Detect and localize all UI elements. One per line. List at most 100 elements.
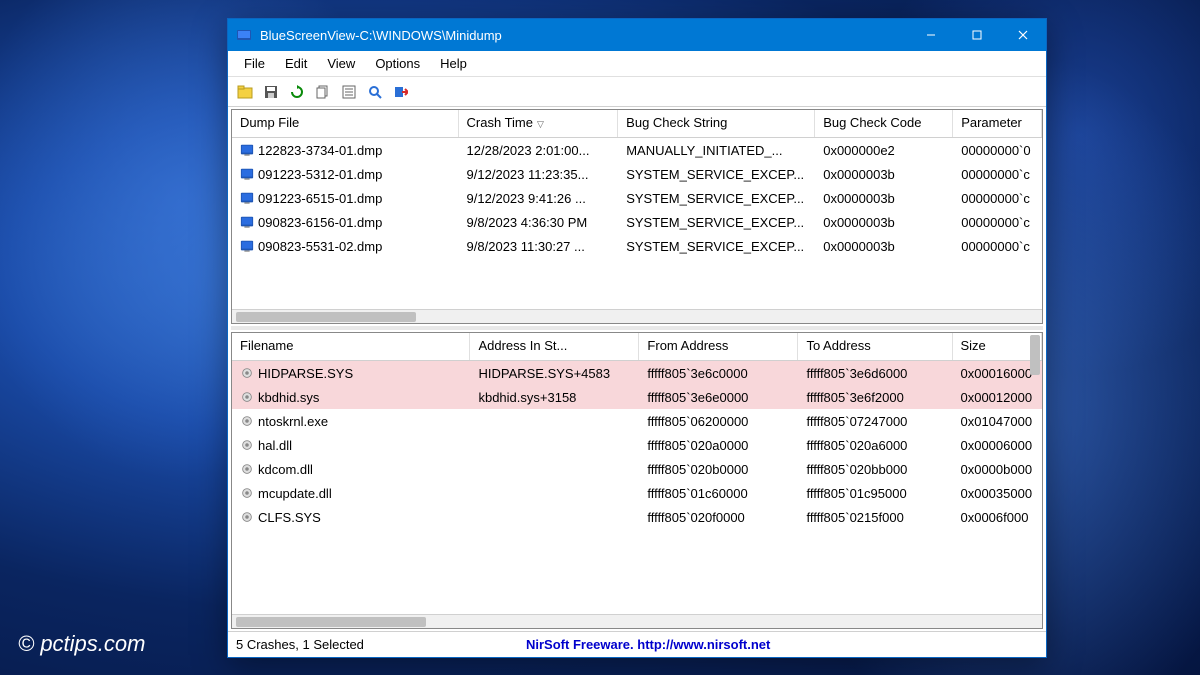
col-size[interactable]: Size	[953, 333, 1043, 360]
table-row[interactable]: kdcom.dllfffff805`020b0000fffff805`020bb…	[232, 457, 1042, 481]
cell-dump-file: 091223-6515-01.dmp	[232, 189, 459, 208]
find-icon[interactable]	[364, 81, 386, 103]
col-bug-code[interactable]: Bug Check Code	[815, 110, 953, 137]
cell-bug-string: SYSTEM_SERVICE_EXCEP...	[618, 189, 815, 208]
table-row[interactable]: HIDPARSE.SYSHIDPARSE.SYS+4583fffff805`3e…	[232, 361, 1042, 385]
cell-filename: kbdhid.sys	[232, 388, 470, 407]
module-vscrollbar[interactable]	[1030, 335, 1040, 375]
cell-filename: ntoskrnl.exe	[232, 412, 470, 431]
module-hscrollbar[interactable]	[232, 614, 1042, 628]
menu-edit[interactable]: Edit	[275, 54, 317, 73]
cell-from-address: fffff805`3e6c0000	[639, 364, 798, 383]
module-name-label: ntoskrnl.exe	[258, 414, 328, 429]
cell-to-address: fffff805`0215f000	[798, 508, 952, 527]
table-row[interactable]: mcupdate.dll fffff805`01c60000fffff805`01…	[232, 481, 1042, 505]
pane-splitter[interactable]	[231, 326, 1043, 330]
cell-bug-code: 0x0000003b	[815, 213, 953, 232]
cell-address-in-stack	[470, 467, 639, 471]
table-row[interactable]: CLFS.SYSfffff805`020f0000fffff805`0215f0…	[232, 505, 1042, 529]
table-row[interactable]: 090823-6156-01.dmp9/8/2023 4:36:30 PMSYS…	[232, 210, 1042, 234]
module-name-label: kbdhid.sys	[258, 390, 319, 405]
col-crash-time-label: Crash Time	[467, 115, 533, 130]
cell-bug-code: 0x0000003b	[815, 189, 953, 208]
cell-filename: HIDPARSE.SYS	[232, 364, 470, 383]
status-link[interactable]: NirSoft Freeware. http://www.nirsoft.net	[526, 637, 770, 652]
titlebar[interactable]: BlueScreenView - C:\WINDOWS\Minidump	[228, 19, 1046, 51]
module-name-label: mcupdate.dll	[258, 486, 332, 501]
cell-to-address: fffff805`3e6d6000	[798, 364, 952, 383]
menu-file[interactable]: File	[234, 54, 275, 73]
dump-hscrollbar[interactable]	[232, 309, 1042, 323]
dump-header-row: Dump File Crash Time ▽ Bug Check String B…	[232, 110, 1042, 138]
refresh-icon[interactable]	[286, 81, 308, 103]
cell-parameter: 00000000`c	[953, 189, 1042, 208]
cell-to-address: fffff805`01c95000	[798, 484, 952, 503]
cell-size: 0x00016000	[952, 364, 1042, 383]
module-name-label: hal.dll	[258, 438, 292, 453]
minimize-button[interactable]	[908, 19, 954, 51]
table-row[interactable]: hal.dllfffff805`020a0000fffff805`020a600…	[232, 433, 1042, 457]
toolbar	[228, 77, 1046, 107]
cell-crash-time: 9/8/2023 11:30:27 ...	[459, 237, 619, 256]
table-row[interactable]: ntoskrnl.exe fffff805`06200000fffff805`07…	[232, 409, 1042, 433]
menubar: File Edit View Options Help	[228, 51, 1046, 77]
hscroll-thumb[interactable]	[236, 617, 426, 627]
table-row[interactable]: 091223-5312-01.dmp 9/12/2023 11:23:35...S…	[232, 162, 1042, 186]
col-from-address[interactable]: From Address	[639, 333, 798, 360]
statusbar: 5 Crashes, 1 Selected NirSoft Freeware. …	[228, 631, 1046, 657]
copy-icon[interactable]	[312, 81, 334, 103]
menu-options[interactable]: Options	[365, 54, 430, 73]
col-address-in-stack[interactable]: Address In St...	[470, 333, 639, 360]
watermark: © pctips.com	[18, 631, 145, 657]
cell-to-address: fffff805`020a6000	[798, 436, 952, 455]
module-header-row: Filename Address In St... From Address T…	[232, 333, 1042, 361]
cell-from-address: fffff805`01c60000	[639, 484, 798, 503]
maximize-button[interactable]	[954, 19, 1000, 51]
col-dump-file[interactable]: Dump File	[232, 110, 459, 137]
properties-icon[interactable]	[338, 81, 360, 103]
cell-crash-time: 12/28/2023 2:01:00...	[459, 141, 619, 160]
sort-desc-icon: ▽	[537, 119, 544, 129]
app-icon	[236, 27, 252, 43]
col-crash-time[interactable]: Crash Time ▽	[459, 110, 619, 137]
close-button[interactable]	[1000, 19, 1046, 51]
cell-bug-string: SYSTEM_SERVICE_EXCEP...	[618, 165, 815, 184]
cell-parameter: 00000000`c	[953, 165, 1042, 184]
module-name-label: kdcom.dll	[258, 462, 313, 477]
cell-dump-file: 090823-5531-02.dmp	[232, 237, 459, 256]
menu-view[interactable]: View	[317, 54, 365, 73]
col-bug-string[interactable]: Bug Check String	[618, 110, 815, 137]
dump-list-pane: Dump File Crash Time ▽ Bug Check String B…	[231, 109, 1043, 324]
cell-crash-time: 9/8/2023 4:36:30 PM	[459, 213, 619, 232]
table-row[interactable]: 122823-3734-01.dmp12/28/2023 2:01:00...M…	[232, 138, 1042, 162]
cell-crash-time: 9/12/2023 11:23:35...	[459, 165, 619, 184]
cell-size: 0x0006f000	[952, 508, 1042, 527]
cell-dump-file: 091223-5312-01.dmp	[232, 165, 459, 184]
table-row[interactable]: 090823-5531-02.dmp9/8/2023 11:30:27 ...S…	[232, 234, 1042, 258]
cell-address-in-stack	[470, 419, 639, 423]
col-parameter[interactable]: Parameter	[953, 110, 1042, 137]
col-filename[interactable]: Filename	[232, 333, 470, 360]
dump-file-label: 091223-5312-01.dmp	[258, 167, 382, 182]
cell-dump-file: 122823-3734-01.dmp	[232, 141, 459, 160]
cell-to-address: fffff805`07247000	[798, 412, 952, 431]
table-row[interactable]: 091223-6515-01.dmp9/12/2023 9:41:26 ...S…	[232, 186, 1042, 210]
hscroll-thumb[interactable]	[236, 312, 416, 322]
cell-size: 0x00035000	[952, 484, 1042, 503]
col-to-address[interactable]: To Address	[798, 333, 952, 360]
exit-icon[interactable]	[390, 81, 412, 103]
cell-size: 0x0000b000	[952, 460, 1042, 479]
cell-filename: mcupdate.dll	[232, 484, 470, 503]
table-row[interactable]: kbdhid.syskbdhid.sys+3158fffff805`3e6e00…	[232, 385, 1042, 409]
cell-from-address: fffff805`020f0000	[639, 508, 798, 527]
cell-parameter: 00000000`c	[953, 213, 1042, 232]
cell-from-address: fffff805`06200000	[639, 412, 798, 431]
open-folder-icon[interactable]	[234, 81, 256, 103]
menu-help[interactable]: Help	[430, 54, 477, 73]
cell-crash-time: 9/12/2023 9:41:26 ...	[459, 189, 619, 208]
dump-file-label: 090823-6156-01.dmp	[258, 215, 382, 230]
cell-dump-file: 090823-6156-01.dmp	[232, 213, 459, 232]
cell-address-in-stack	[470, 515, 639, 519]
cell-bug-string: SYSTEM_SERVICE_EXCEP...	[618, 237, 815, 256]
save-icon[interactable]	[260, 81, 282, 103]
